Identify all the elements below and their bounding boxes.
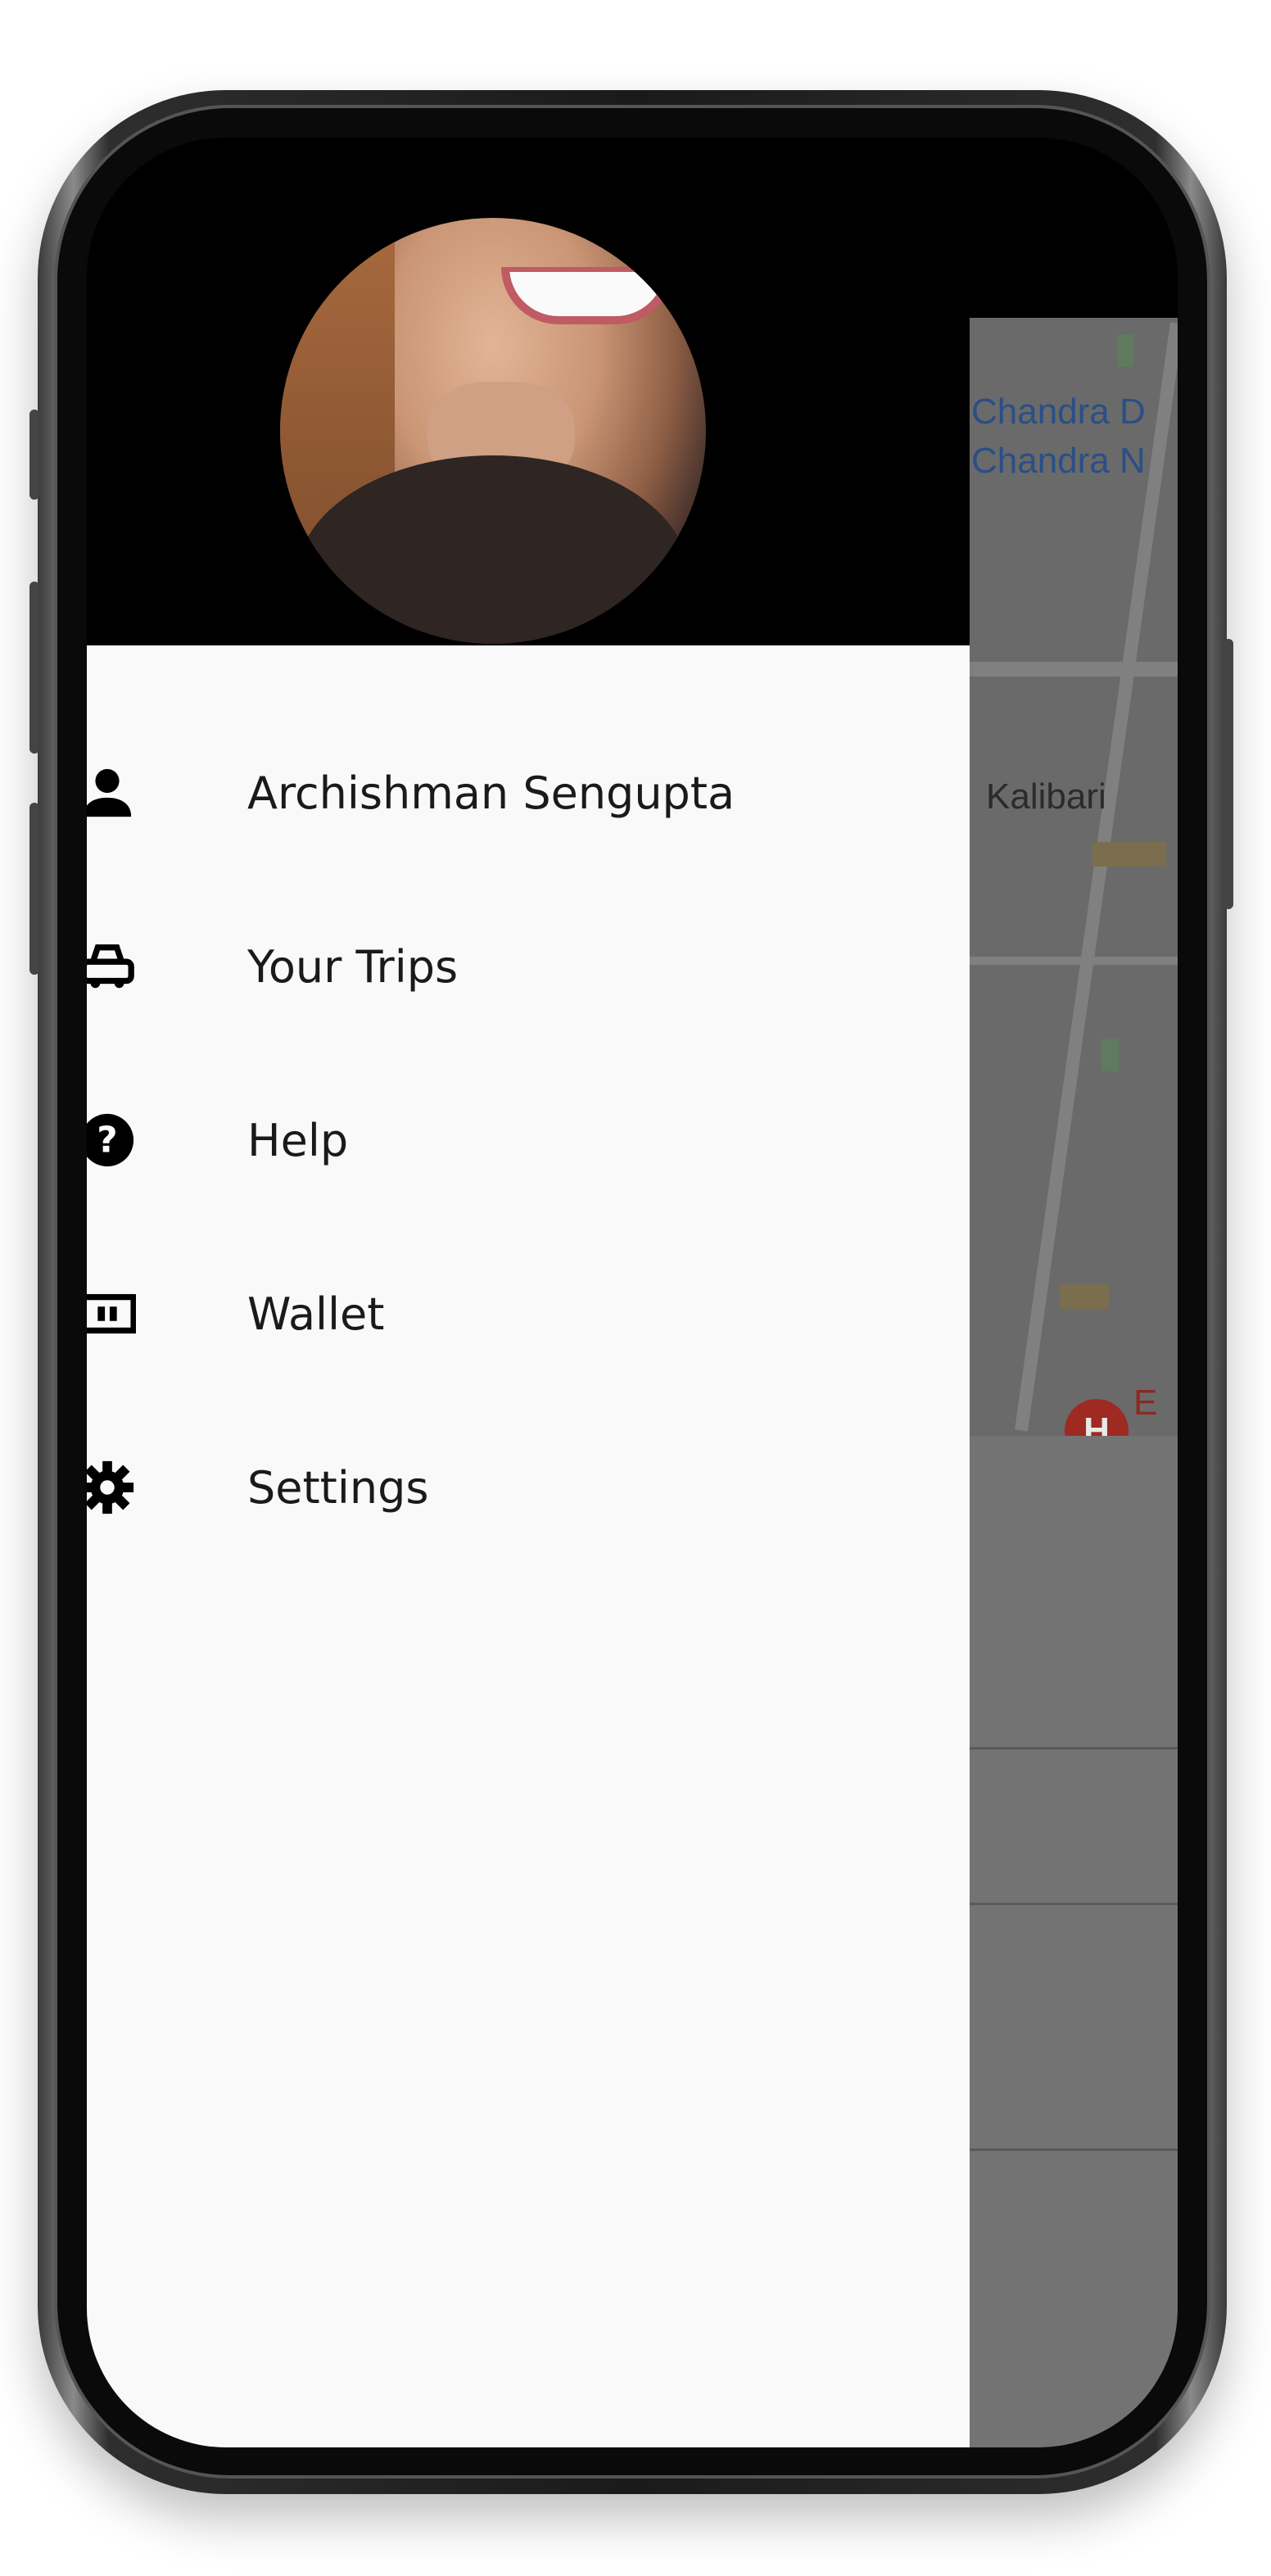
menu-item-profile[interactable]: Archishman Sengupta	[87, 731, 970, 854]
menu-item-label: Help	[247, 1114, 349, 1166]
phone-screen: Chandra D Chandra N Kalibari H E Archish…	[87, 138, 1178, 2447]
building-area	[1092, 842, 1166, 867]
map-label: Chandra D	[971, 392, 1146, 432]
menu-item-your-trips[interactable]: Your Trips	[87, 905, 970, 1028]
menu-item-label: Archishman Sengupta	[247, 767, 735, 819]
bottom-sheet	[970, 1436, 1178, 2447]
menu-item-help[interactable]: ? Help	[87, 1079, 970, 1202]
wallet-icon	[87, 1285, 137, 1342]
building-area	[1060, 1284, 1109, 1309]
menu-item-label: Settings	[247, 1461, 429, 1514]
divider	[970, 1747, 1178, 1750]
map-view[interactable]: Chandra D Chandra N Kalibari H E	[970, 318, 1178, 1436]
map-road	[970, 957, 1178, 965]
map-label: Chandra N	[971, 441, 1146, 481]
park-area	[1101, 1039, 1119, 1071]
map-label: Kalibari	[986, 776, 1106, 817]
map-road	[970, 662, 1178, 677]
menu-item-wallet[interactable]: Wallet	[87, 1252, 970, 1375]
volume-up-button	[29, 582, 39, 754]
avatar[interactable]	[280, 218, 706, 644]
menu-item-settings[interactable]: Settings	[87, 1426, 970, 1549]
settings-icon	[87, 1459, 136, 1516]
divider	[970, 1903, 1178, 1905]
mute-switch	[29, 410, 39, 500]
map-label: E	[1133, 1383, 1158, 1423]
drawer-header	[87, 138, 970, 645]
menu-item-label: Wallet	[247, 1288, 385, 1340]
map-road	[1015, 322, 1178, 1432]
power-button	[1224, 639, 1233, 909]
hospital-pin-label: H	[1083, 1410, 1110, 1436]
volume-down-button	[29, 803, 39, 975]
menu-item-label: Your Trips	[247, 940, 459, 993]
person-icon	[87, 764, 136, 822]
svg-text:?: ?	[97, 1120, 117, 1161]
park-area	[1117, 334, 1133, 367]
avatar-smile	[501, 267, 673, 324]
car-icon	[87, 938, 136, 995]
help-icon: ?	[87, 1111, 136, 1169]
navigation-drawer: Archishman Sengupta Your Trips ? Help Wa…	[87, 645, 970, 2447]
divider	[970, 2148, 1178, 2151]
